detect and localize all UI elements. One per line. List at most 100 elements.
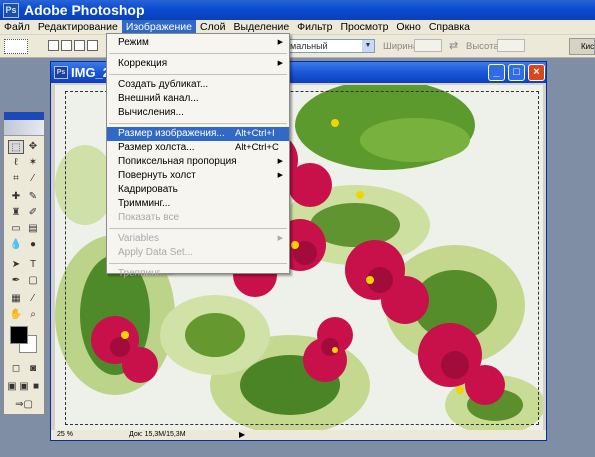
menu-item-shortcut: Alt+Ctrl+C	[235, 142, 279, 153]
style-select-value: мальный	[290, 41, 328, 51]
toolbox-title-bar[interactable]	[4, 112, 44, 120]
add-selection-icon[interactable]	[61, 40, 72, 51]
chevron-down-icon: ▼	[362, 40, 374, 52]
status-menu-arrow-icon[interactable]: ▶	[239, 430, 245, 440]
document-icon: Ps	[54, 66, 68, 79]
pen-tool-icon[interactable]: ✒	[8, 274, 24, 288]
menu-item-label: Вычисления...	[118, 107, 184, 118]
menu-bar: Файл Редактирование Изображение Слой Выд…	[0, 19, 595, 35]
crop-tool-icon[interactable]: ⌗	[8, 172, 24, 186]
menu-separator	[109, 53, 287, 54]
menu-item-label: Повернуть холст	[118, 170, 196, 181]
photoshop-app-icon: Ps	[3, 2, 19, 18]
blur-tool-icon[interactable]: 💧	[8, 238, 24, 252]
dodge-tool-icon[interactable]: ●	[25, 238, 41, 252]
menu-file[interactable]: Файл	[0, 20, 34, 35]
menu-view[interactable]: Просмотр	[336, 20, 392, 35]
menu-item-pixel-aspect-ratio[interactable]: Попиксельная пропорция ▶	[107, 155, 289, 169]
jump-to-imageready-icon[interactable]: ⇒▢	[8, 398, 40, 412]
history-brush-tool-icon[interactable]: ✐	[25, 206, 41, 220]
notes-tool-icon[interactable]: ▦	[8, 292, 24, 306]
menu-item-label: Кадрировать	[118, 184, 178, 195]
close-button[interactable]: ×	[528, 64, 545, 81]
brushes-palette-tab[interactable]: Кис	[569, 38, 595, 55]
menu-item-trim[interactable]: Тримминг...	[107, 197, 289, 211]
menu-item-label: Попиксельная пропорция	[118, 156, 237, 167]
menu-item-image-size[interactable]: Размер изображения... Alt+Ctrl+I	[107, 127, 289, 141]
menu-item-calculations[interactable]: Вычисления...	[107, 106, 289, 120]
minimize-button[interactable]: _	[488, 64, 505, 81]
menu-item-mode[interactable]: Режим ▶	[107, 36, 289, 50]
brush-tool-icon[interactable]: ✎	[25, 190, 41, 204]
menu-item-label: Показать все	[118, 212, 180, 223]
submenu-arrow-icon: ▶	[277, 158, 283, 165]
quick-mask-icon[interactable]: ◙	[25, 362, 41, 376]
height-label: Высота:	[466, 41, 502, 52]
eraser-tool-icon[interactable]: ▭	[8, 222, 24, 236]
menu-item-variables: Variables ▶	[107, 232, 289, 246]
menu-item-shortcut: Alt+Ctrl+I	[235, 128, 275, 139]
options-bar: мальный ▼ Ширина: ⇄ Высота: Кис	[0, 35, 595, 58]
menu-item-apply-image[interactable]: Внешний канал...	[107, 92, 289, 106]
clone-stamp-tool-icon[interactable]: ♜	[8, 206, 24, 220]
standard-mode-icon[interactable]: ◻	[8, 362, 24, 376]
hand-tool-icon[interactable]: ✋	[8, 308, 24, 322]
height-field[interactable]	[497, 39, 525, 52]
screen-mode-full-menu-icon[interactable]: ▣	[18, 380, 30, 394]
eyedropper-tool-icon[interactable]: ⁄	[25, 292, 41, 306]
menu-item-crop[interactable]: Кадрировать	[107, 183, 289, 197]
style-select[interactable]: мальный ▼	[287, 39, 375, 53]
menu-help[interactable]: Справка	[425, 20, 474, 35]
menu-item-label: Создать дубликат...	[118, 79, 209, 90]
menu-filter[interactable]: Фильтр	[293, 20, 336, 35]
foreground-color-swatch[interactable]	[10, 326, 28, 344]
toolbox-logo	[4, 120, 44, 136]
path-selection-tool-icon[interactable]: ➤	[8, 258, 24, 272]
menu-item-label: Коррекция	[118, 58, 168, 69]
menu-item-duplicate[interactable]: Создать дубликат...	[107, 78, 289, 92]
type-tool-icon[interactable]: T	[25, 258, 41, 272]
menu-item-canvas-size[interactable]: Размер холста... Alt+Ctrl+C	[107, 141, 289, 155]
document-status-bar: 25 % Док: 15,3M/15,3M ▶	[51, 430, 546, 440]
subtract-selection-icon[interactable]	[74, 40, 85, 51]
menu-item-label: Тримминг...	[118, 198, 171, 209]
submenu-arrow-icon: ▶	[277, 172, 283, 179]
rect-marquee-tool-icon[interactable]: ⬚	[8, 140, 24, 154]
zoom-level[interactable]: 25 %	[57, 430, 73, 440]
magic-wand-tool-icon[interactable]: ✶	[25, 156, 41, 170]
menu-separator	[109, 74, 287, 75]
marquee-tool-preset-icon[interactable]	[4, 39, 28, 54]
maximize-button[interactable]: □	[508, 64, 525, 81]
shape-tool-icon[interactable]: ▢	[25, 274, 41, 288]
menu-item-label: Размер холста...	[118, 142, 195, 153]
menu-window[interactable]: Окно	[392, 20, 424, 35]
menu-item-label: Треппинг...	[118, 268, 168, 279]
intersect-selection-icon[interactable]	[87, 40, 98, 51]
menu-item-trap: Треппинг...	[107, 267, 289, 281]
menu-separator	[109, 263, 287, 264]
menu-item-adjustments[interactable]: Коррекция ▶	[107, 57, 289, 71]
document-size-info: Док: 15,3M/15,3M	[129, 431, 186, 438]
swap-icon[interactable]: ⇄	[449, 39, 458, 52]
app-title: Adobe Photoshop	[24, 2, 145, 18]
zoom-tool-icon[interactable]: ⌕	[25, 308, 41, 322]
screen-mode-full-icon[interactable]: ■	[30, 380, 42, 394]
submenu-arrow-icon: ▶	[277, 60, 283, 67]
menu-item-rotate-canvas[interactable]: Повернуть холст ▶	[107, 169, 289, 183]
menu-separator	[109, 228, 287, 229]
image-menu-dropdown: Режим ▶ Коррекция ▶ Создать дубликат... …	[106, 33, 290, 279]
slice-tool-icon[interactable]: ⁄	[25, 172, 41, 186]
menu-item-apply-data-set: Apply Data Set...	[107, 246, 289, 260]
move-tool-icon[interactable]: ✥	[25, 140, 41, 154]
new-selection-icon[interactable]	[48, 40, 59, 51]
menu-item-label: Variables	[118, 233, 159, 244]
screen-mode-standard-icon[interactable]: ▣	[6, 380, 18, 394]
width-field[interactable]	[414, 39, 442, 52]
submenu-arrow-icon: ▶	[277, 39, 283, 46]
menu-item-label: Внешний канал...	[118, 93, 199, 104]
healing-brush-tool-icon[interactable]: ✚	[8, 190, 24, 204]
lasso-tool-icon[interactable]: ℓ	[8, 156, 24, 170]
gradient-tool-icon[interactable]: ▤	[25, 222, 41, 236]
app-title-bar: Ps Adobe Photoshop	[0, 0, 595, 20]
brushes-label: Кис	[581, 42, 595, 51]
